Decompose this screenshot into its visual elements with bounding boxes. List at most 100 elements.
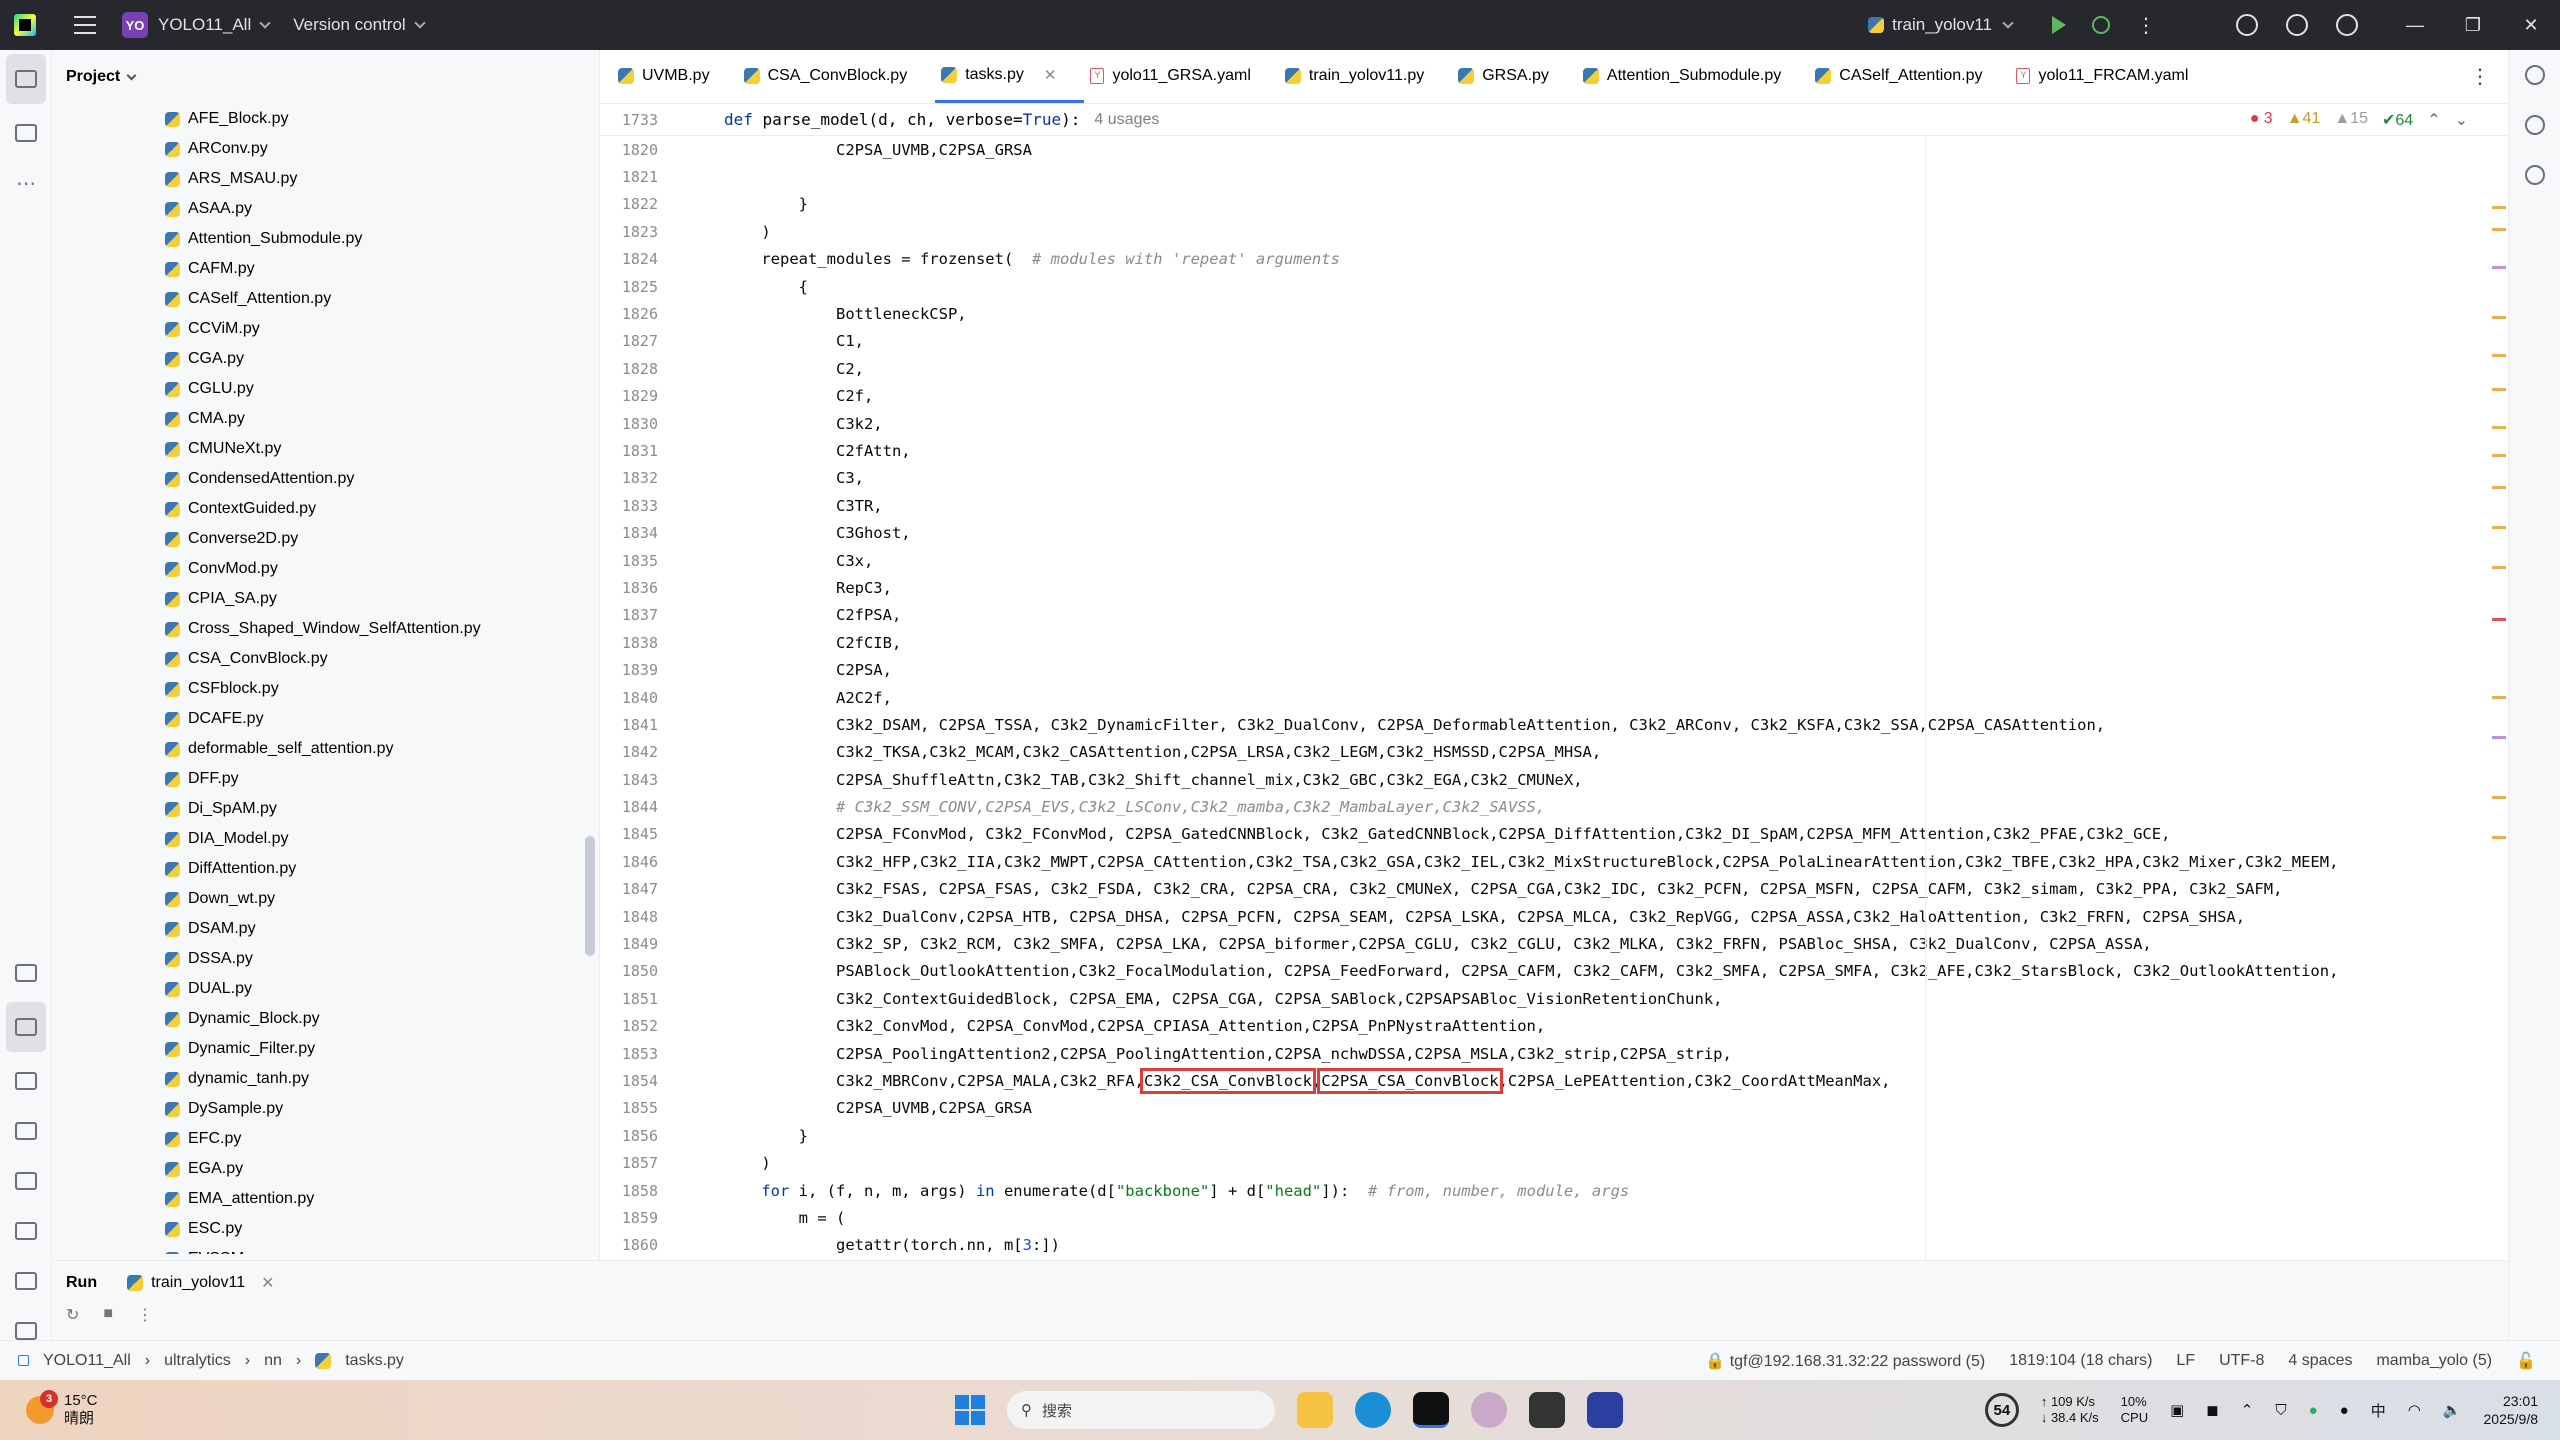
code-line[interactable]: 1832 C3, [600,465,2508,492]
remote-host[interactable]: 🔒 tgf@192.168.31.32:22 password (5) [1705,1351,1985,1371]
pycharm-app-icon[interactable] [1413,1392,1449,1428]
code-line[interactable]: 1860 getattr(torch.nn, m[3:]) [600,1232,2508,1259]
indent-setting[interactable]: 4 spaces [2288,1352,2352,1370]
clock[interactable]: 23:01 2025/9/8 [2484,1392,2539,1428]
debug-icon[interactable] [2092,16,2110,34]
rerun-icon[interactable]: ↻ [66,1305,79,1325]
code-line[interactable]: 1839 C2PSA, [600,656,2508,683]
code-line[interactable]: 1857 ) [600,1149,2508,1176]
more-actions-icon[interactable]: ⋮ [2136,13,2156,38]
editor-tab[interactable]: tasks.py ✕ [935,49,1085,103]
code-line[interactable]: 1831 C2fAttn, [600,437,2508,464]
code-line[interactable]: 1841 C3k2_DSAM, C2PSA_TSSA, C3k2_Dynamic… [600,711,2508,738]
file-tree-item[interactable]: DIA_Model.py [52,824,599,854]
read-only-lock-icon[interactable]: 🔓 [2516,1351,2536,1371]
code-line[interactable]: 1822 } [600,191,2508,218]
notifications-icon[interactable] [2509,50,2560,100]
file-tree-item[interactable]: CondensedAttention.py [52,464,599,494]
prev-highlight-icon[interactable]: ⌃ [2427,110,2440,130]
next-highlight-icon[interactable]: ⌄ [2455,110,2468,130]
file-tree-item[interactable]: DCAFE.py [52,704,599,734]
code-line[interactable]: 1847 C3k2_FSAS, C2PSA_FSAS, C3k2_FSDA, C… [600,876,2508,903]
project-panel-header[interactable]: Project [52,50,599,104]
file-tree-item[interactable]: ASAA.py [52,194,599,224]
qq-icon[interactable]: ● [2340,1402,2349,1419]
file-tree-item[interactable]: ConvMod.py [52,554,599,584]
sticky-header[interactable]: 1733 def parse_model(d, ch, verbose=True… [600,104,2508,136]
file-tree-item[interactable]: EGA.py [52,1154,599,1184]
code-line[interactable]: 1830 C3k2, [600,410,2508,437]
commit-tool-icon[interactable] [0,948,52,998]
file-encoding[interactable]: UTF-8 [2219,1352,2264,1370]
code-line[interactable]: 1858 for i, (f, n, m, args) in enumerate… [600,1177,2508,1204]
code-line[interactable]: 1859 m = ( [600,1204,2508,1231]
code-line[interactable]: 1833 C3TR, [600,492,2508,519]
file-tree-item[interactable]: ContextGuided.py [52,494,599,524]
code-line[interactable]: 1829 C2f, [600,383,2508,410]
restore-icon[interactable]: ❐ [2444,15,2502,36]
code-line[interactable]: 1845 C2PSA_FConvMod, C3k2_FConvMod, C2PS… [600,821,2508,848]
code-line[interactable]: 1825 { [600,273,2508,300]
editor-tab[interactable]: Attention_Submodule.py [1577,49,1809,103]
code-line[interactable]: 1834 C3Ghost, [600,519,2508,546]
file-tree-item[interactable]: dynamic_tanh.py [52,1064,599,1094]
show-hidden-icons[interactable]: ⌃ [2241,1401,2254,1419]
code-line[interactable]: 1821 [600,163,2508,190]
caret-position[interactable]: 1819:104 (18 chars) [2009,1352,2152,1370]
file-tree-item[interactable]: ESC.py [52,1214,599,1244]
more-icon[interactable]: ⋮ [137,1305,153,1325]
edge-browser-icon[interactable] [1355,1392,1391,1428]
code-line[interactable]: 1824 repeat_modules = frozenset( # modul… [600,246,2508,273]
file-tree-item[interactable]: DySample.py [52,1094,599,1124]
wechat-icon[interactable]: ● [2309,1402,2318,1419]
main-menu-icon[interactable] [74,16,96,34]
problems-icon[interactable] [0,1256,52,1306]
code-line[interactable]: 1848 C3k2_DualConv,C2PSA_HTB, C2PSA_DHSA… [600,903,2508,930]
snipping-tool-icon[interactable]: ▣ [2170,1401,2184,1419]
database-icon[interactable] [2509,150,2560,200]
file-tree-item[interactable]: CSFblock.py [52,674,599,704]
avatar-app-icon[interactable] [1471,1392,1507,1428]
ai-assistant-icon[interactable] [2509,100,2560,150]
code-line[interactable]: 1852 C3k2_ConvMod, C2PSA_ConvMod,C2PSA_C… [600,1013,2508,1040]
code-line[interactable]: 1827 C1, [600,328,2508,355]
file-tree-item[interactable]: DUAL.py [52,974,599,1004]
settings-gear-icon[interactable] [2336,14,2358,36]
code-line[interactable]: 1844 # C3k2_SSM_CONV,C2PSA_EVS,C3k2_LSCo… [600,793,2508,820]
file-tree-item[interactable]: Cross_Shaped_Window_SelfAttention.py [52,614,599,644]
code-line[interactable]: 1823 ) [600,218,2508,245]
editor-tab[interactable]: CSA_ConvBlock.py [738,49,936,103]
run-icon[interactable] [2052,16,2066,34]
project-tool-icon[interactable] [6,54,46,104]
file-tree-item[interactable]: DSAM.py [52,914,599,944]
file-tree-item[interactable]: DSSA.py [52,944,599,974]
file-tree-item[interactable]: DiffAttention.py [52,854,599,884]
code-line[interactable]: 1837 C2fPSA, [600,602,2508,629]
code-line[interactable]: 1836 RepC3, [600,574,2508,601]
structure-tool-icon[interactable] [0,108,52,158]
code-line[interactable]: 1843 C2PSA_ShuffleAttn,C3k2_TAB,C3k2_Shi… [600,766,2508,793]
file-tree-item[interactable]: DFF.py [52,764,599,794]
file-tree-item[interactable]: CMUNeXt.py [52,434,599,464]
search-icon[interactable] [2286,14,2308,36]
taskbar-search[interactable]: ⚲ 搜索 [1007,1391,1275,1429]
version-control-menu[interactable]: Version control [293,15,426,35]
code-line[interactable]: 1849 C3k2_SP, C3k2_RCM, C3k2_SMFA, C2PSA… [600,930,2508,957]
cpu-temp-badge[interactable]: 54 [1984,1393,2019,1427]
editor-tab[interactable]: train_yolov11.py [1279,49,1452,103]
app-icon[interactable] [1529,1392,1565,1428]
breadcrumb-item[interactable]: ultralytics [164,1352,231,1370]
python-interpreter[interactable]: mamba_yolo (5) [2376,1352,2492,1370]
minimize-icon[interactable]: — [2386,15,2444,36]
file-tree-item[interactable]: Dynamic_Block.py [52,1004,599,1034]
file-tree-item[interactable]: Attention_Submodule.py [52,224,599,254]
file-explorer-icon[interactable] [1297,1392,1333,1428]
code-line[interactable]: 1835 C3x, [600,547,2508,574]
code-line[interactable]: 1850 PSABlock_OutlookAttention,C3k2_Foca… [600,958,2508,985]
services-icon[interactable] [0,1156,52,1206]
editor-tab[interactable]: CASelf_Attention.py [1809,49,2010,103]
file-tree-item[interactable]: Dynamic_Filter.py [52,1034,599,1064]
code-line[interactable]: 1840 A2C2f, [600,684,2508,711]
python-console-icon[interactable] [0,1056,52,1106]
more-tools-icon[interactable]: ⋯ [0,158,52,208]
